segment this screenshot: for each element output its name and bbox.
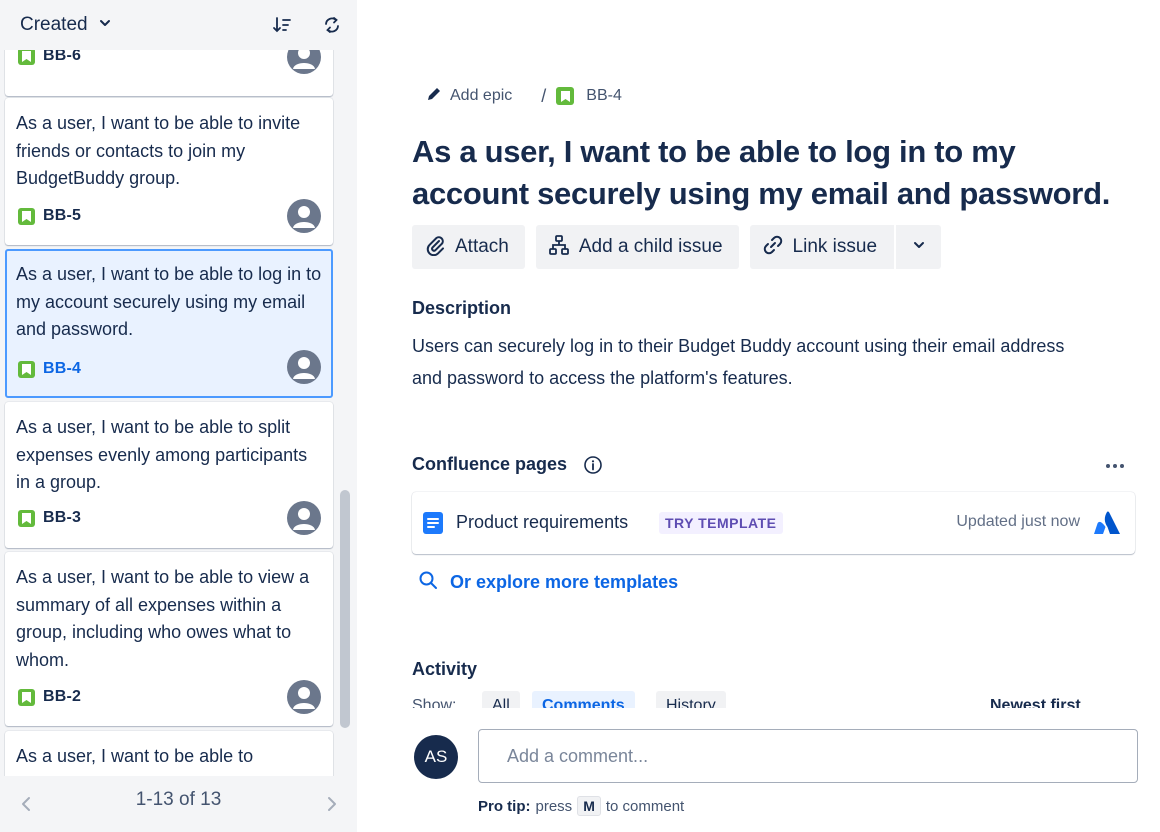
sort-order-button[interactable]: Newest first bbox=[990, 697, 1081, 708]
breadcrumb-separator: / bbox=[541, 85, 547, 106]
refresh-icon[interactable] bbox=[322, 15, 342, 35]
explore-templates-label: Or explore more templates bbox=[450, 572, 679, 592]
pagination-label: 1-13 of 13 bbox=[135, 789, 222, 810]
sort-dropdown[interactable]: Created bbox=[20, 14, 112, 36]
atlassian-logo-icon bbox=[1094, 510, 1120, 536]
add-child-issue-button[interactable]: Add a child issue bbox=[535, 225, 739, 269]
attachment-icon bbox=[424, 234, 446, 261]
sort-label: Created bbox=[20, 14, 88, 35]
filter-all[interactable]: All bbox=[482, 691, 520, 708]
issue-card[interactable]: As a user, I want to be able to bbox=[5, 731, 333, 776]
story-icon bbox=[18, 360, 35, 378]
issue-card[interactable]: As a user, I want to be able to split ex… bbox=[5, 402, 333, 548]
issue-card-key-row: BB-5 bbox=[18, 207, 81, 225]
avatar-icon bbox=[287, 680, 321, 714]
attach-label: Attach bbox=[455, 236, 509, 257]
issue-action-bar: Attach Add a child issue Link issue bbox=[412, 225, 942, 269]
more-icon[interactable] bbox=[1104, 456, 1126, 476]
chevron-down-icon bbox=[98, 16, 112, 35]
chevron-down-icon bbox=[912, 238, 926, 257]
try-template-badge: TRY TEMPLATE bbox=[659, 512, 783, 534]
story-icon bbox=[18, 688, 35, 706]
chevron-right-icon[interactable] bbox=[322, 792, 342, 816]
breadcrumb-issue-key: BB-4 bbox=[586, 87, 622, 104]
add-child-issue-label: Add a child issue bbox=[578, 236, 723, 257]
avatar-icon bbox=[287, 350, 321, 384]
scrollbar-thumb[interactable] bbox=[340, 490, 350, 728]
issue-key: BB-2 bbox=[43, 688, 82, 705]
pro-tip: Pro tip: press M to comment bbox=[478, 796, 684, 816]
pencil-icon bbox=[426, 86, 442, 107]
issue-list-panel: Created BB-6 As a user, I want to be abl… bbox=[0, 0, 357, 832]
link-issue-dropdown-button[interactable] bbox=[896, 225, 942, 269]
confluence-page-title: Product requirements bbox=[456, 512, 629, 532]
link-icon bbox=[762, 234, 784, 261]
link-issue-label: Link issue bbox=[792, 236, 878, 257]
issue-title[interactable]: As a user, I want to be able to log in t… bbox=[412, 131, 1132, 215]
confluence-heading-row: Confluence pages bbox=[412, 454, 603, 475]
story-icon bbox=[18, 50, 35, 65]
description-heading: Description bbox=[412, 298, 512, 318]
issue-key: BB-4 bbox=[43, 360, 82, 377]
issue-card[interactable]: BB-6 bbox=[5, 50, 333, 96]
issue-list: BB-6 As a user, I want to be able to inv… bbox=[0, 50, 357, 776]
issue-summary: As a user, I want to be able to invite f… bbox=[16, 113, 301, 188]
info-icon[interactable] bbox=[583, 455, 603, 475]
description-text[interactable]: Users can securely log in to their Budge… bbox=[412, 330, 1092, 394]
issue-list-header: Created bbox=[0, 0, 357, 50]
avatar-icon bbox=[287, 50, 321, 74]
pro-tip-press: press bbox=[535, 797, 573, 815]
issue-key: BB-3 bbox=[43, 509, 82, 526]
issue-card-key-row: BB-4 bbox=[18, 360, 81, 378]
filter-history[interactable]: History bbox=[656, 691, 726, 708]
explore-templates-link[interactable]: Or explore more templates bbox=[418, 570, 678, 595]
search-icon bbox=[418, 570, 438, 595]
sort-icon[interactable] bbox=[272, 15, 292, 35]
confluence-page-card[interactable]: Product requirements TRY TEMPLATE Update… bbox=[412, 492, 1135, 554]
comment-input[interactable] bbox=[478, 729, 1138, 783]
pro-tip-label: Pro tip: bbox=[478, 797, 531, 815]
avatar-icon bbox=[287, 199, 321, 233]
filter-comments[interactable]: Comments bbox=[532, 691, 635, 708]
story-icon bbox=[556, 87, 575, 105]
activity-filter-bar: Show: All Comments History Newest first bbox=[412, 690, 1142, 708]
breadcrumb: Add epic / BB-4 bbox=[426, 84, 622, 108]
add-epic-label: Add epic bbox=[450, 87, 513, 104]
avatar-icon bbox=[287, 501, 321, 535]
current-user-avatar: AS bbox=[414, 735, 458, 779]
issue-key: BB-5 bbox=[43, 207, 82, 224]
document-icon bbox=[423, 512, 443, 534]
attach-button[interactable]: Attach bbox=[412, 225, 525, 269]
add-epic-button[interactable]: Add epic bbox=[426, 86, 512, 107]
pro-tip-rest: to comment bbox=[605, 797, 685, 815]
issue-summary: As a user, I want to be able to log in t… bbox=[16, 264, 322, 339]
link-issue-button[interactable]: Link issue bbox=[749, 225, 895, 269]
issue-card-selected[interactable]: As a user, I want to be able to log in t… bbox=[5, 249, 333, 398]
activity-heading: Activity bbox=[412, 659, 478, 679]
child-issue-icon bbox=[548, 234, 570, 261]
keyboard-shortcut-key: M bbox=[577, 796, 601, 816]
issue-summary: As a user, I want to be able to split ex… bbox=[16, 417, 308, 492]
breadcrumb-issue-link[interactable]: BB-4 bbox=[556, 87, 622, 105]
issue-card-key-row: BB-2 bbox=[18, 688, 81, 706]
story-icon bbox=[18, 509, 35, 527]
issue-card-key-row: BB-6 bbox=[18, 50, 81, 65]
issue-card[interactable]: As a user, I want to be able to view a s… bbox=[5, 552, 333, 726]
issue-card-key-row: BB-3 bbox=[18, 509, 81, 527]
issue-summary: As a user, I want to be able to view a s… bbox=[16, 567, 310, 670]
issue-summary: As a user, I want to be able to bbox=[16, 746, 254, 766]
story-icon bbox=[18, 207, 35, 225]
issue-key: BB-6 bbox=[43, 50, 82, 64]
issue-card[interactable]: As a user, I want to be able to invite f… bbox=[5, 98, 333, 245]
confluence-heading: Confluence pages bbox=[412, 454, 568, 474]
pagination: 1-13 of 13 bbox=[0, 776, 357, 832]
updated-timestamp: Updated just now bbox=[956, 513, 1080, 530]
link-issue-split-button: Link issue bbox=[749, 225, 942, 269]
show-label: Show: bbox=[412, 697, 457, 708]
